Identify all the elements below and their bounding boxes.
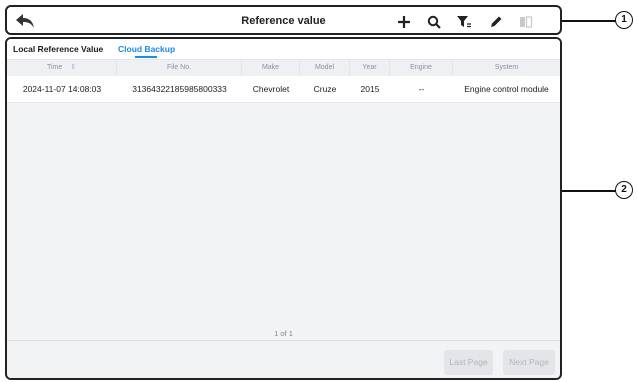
cell-model: Cruze — [313, 84, 337, 94]
cell-time: 2024-11-07 14:08:03 — [22, 84, 102, 94]
add-icon[interactable] — [395, 13, 413, 31]
column-header-year: Year — [350, 60, 390, 76]
column-header-time[interactable]: Time ⇕ — [7, 60, 117, 76]
column-header-system: System — [494, 64, 519, 71]
page-indicator: 1 of 1 — [7, 329, 560, 340]
split-view-icon[interactable] — [517, 13, 535, 31]
filter-icon[interactable] — [455, 13, 473, 31]
toolbar: Reference value — [5, 5, 562, 35]
table-row[interactable]: 2024-11-07 14:08:03 31364322185985800333… — [7, 76, 560, 103]
column-header-engine: Engine — [390, 60, 453, 76]
active-tab-indicator — [135, 56, 157, 58]
cell-make: Chevrolet — [252, 84, 290, 94]
tab-bar: Local Reference Value Cloud Backup — [7, 39, 560, 59]
column-header-make: Make — [242, 60, 300, 76]
cell-year: 2015 — [360, 84, 380, 94]
back-arrow-icon[interactable] — [14, 12, 36, 30]
tab-local-reference-value[interactable]: Local Reference Value — [13, 44, 103, 54]
reference-table: Time ⇕ File No. Make Model Year Engine S… — [7, 59, 560, 329]
next-page-button[interactable]: Next Page — [503, 350, 555, 375]
tab-cloud-backup[interactable]: Cloud Backup — [118, 44, 175, 54]
callout-2: 2 — [615, 181, 633, 199]
column-header-file-no: File No. — [117, 60, 242, 76]
column-header-model: Model — [300, 60, 350, 76]
callout-1: 1 — [615, 11, 633, 29]
table-header: Time ⇕ File No. Make Model Year Engine S… — [7, 59, 560, 77]
callout-line-2 — [562, 190, 616, 192]
last-page-button[interactable]: Last Page — [444, 350, 493, 375]
callout-line-1 — [562, 20, 616, 22]
cell-file-no: 31364322185985800333 — [132, 84, 227, 94]
content-panel: Local Reference Value Cloud Backup Time … — [5, 37, 562, 380]
pagination-footer: Last Page Next Page — [7, 340, 560, 378]
search-icon[interactable] — [425, 13, 443, 31]
cell-system: Engine control module — [464, 84, 549, 94]
cell-engine: -- — [418, 84, 425, 94]
edit-icon[interactable] — [487, 13, 505, 31]
page-title: Reference value — [241, 15, 326, 27]
sort-icon[interactable]: ⇕ — [70, 64, 76, 71]
